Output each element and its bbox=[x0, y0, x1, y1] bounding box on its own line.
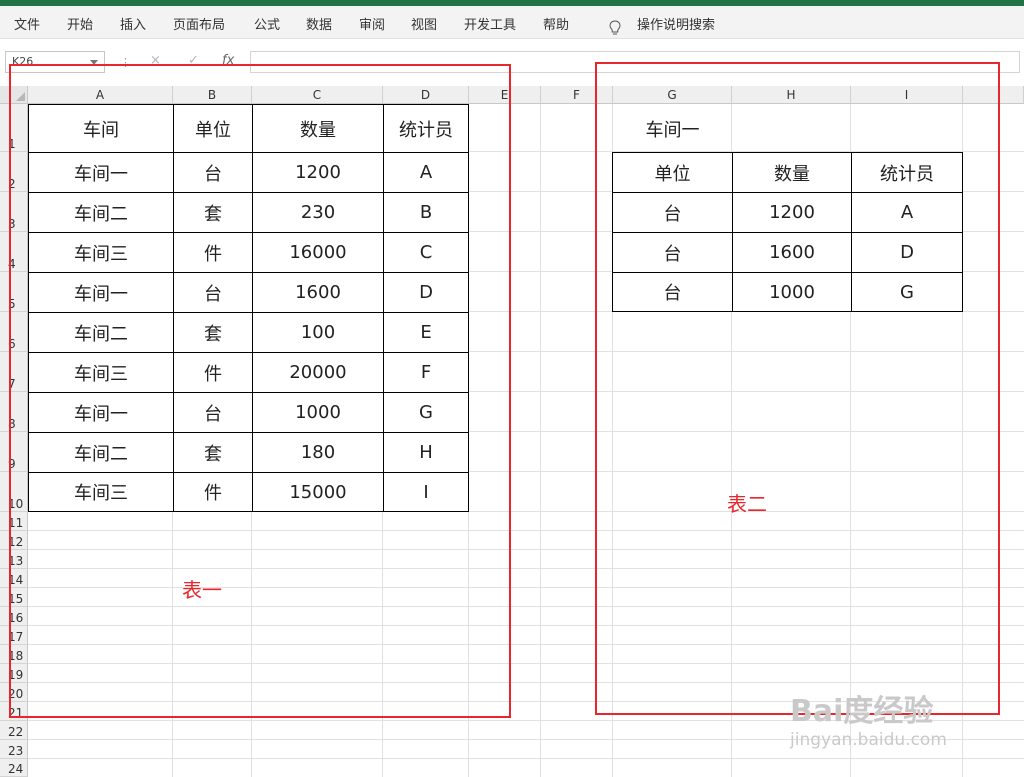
menu-insert[interactable]: 插入 bbox=[120, 14, 146, 33]
watermark-logo: Bai度经验 bbox=[790, 694, 934, 729]
menu-page-layout[interactable]: 页面布局 bbox=[173, 14, 225, 33]
row-header[interactable]: 23 bbox=[0, 740, 28, 759]
menu-view[interactable]: 视图 bbox=[411, 14, 437, 33]
table1-highlight-box bbox=[9, 64, 511, 718]
watermark-url: jingyan.baidu.com bbox=[790, 730, 947, 750]
menu-data[interactable]: 数据 bbox=[306, 14, 332, 33]
menu-file[interactable]: 文件 bbox=[14, 14, 40, 33]
grid-line bbox=[540, 104, 541, 777]
menu-review[interactable]: 审阅 bbox=[359, 14, 385, 33]
table2-label: 表二 bbox=[727, 492, 767, 516]
menu-home[interactable]: 开始 bbox=[67, 14, 93, 33]
worksheet[interactable]: A B C D E F G H I 1 2 3 4 5 6 7 8 9 10 1… bbox=[0, 62, 1024, 777]
row-header[interactable]: 24 bbox=[0, 759, 28, 777]
ribbon-menu-bar: 文件 开始 插入 页面布局 公式 数据 审阅 视图 开发工具 帮助 操作说明搜索 bbox=[0, 6, 1024, 39]
table2-highlight-box bbox=[595, 62, 1000, 715]
menu-help[interactable]: 帮助 bbox=[543, 14, 569, 33]
grid-line bbox=[28, 758, 1024, 759]
menu-formulas[interactable]: 公式 bbox=[254, 14, 280, 33]
lightbulb-icon bbox=[609, 20, 621, 35]
row-header[interactable]: 22 bbox=[0, 721, 28, 740]
table1-label: 表一 bbox=[182, 578, 222, 602]
tell-me-search[interactable]: 操作说明搜索 bbox=[637, 14, 715, 33]
menu-developer[interactable]: 开发工具 bbox=[464, 14, 516, 33]
